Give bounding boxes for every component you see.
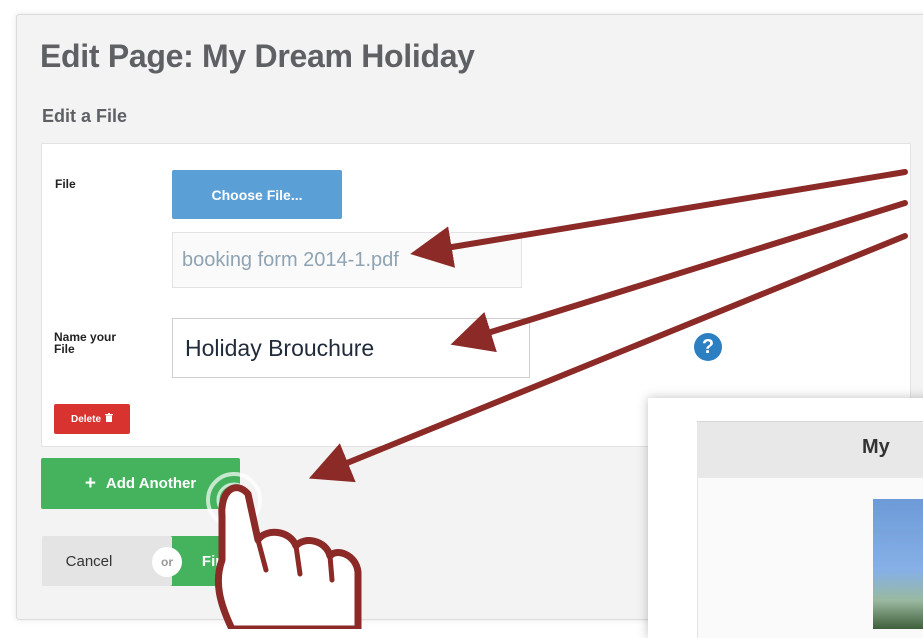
name-file-label: Name your File xyxy=(54,331,116,355)
choose-file-button[interactable]: Choose File... xyxy=(172,170,342,219)
selected-file-display: booking form 2014-1.pdf xyxy=(172,232,522,288)
page-title: Edit Page: My Dream Holiday xyxy=(40,38,475,74)
add-another-button[interactable]: + Add Another xyxy=(41,458,240,509)
help-glyph: ? xyxy=(701,335,715,358)
preview-title: My xyxy=(862,436,890,458)
add-another-label: Add Another xyxy=(105,475,197,492)
plus-icon: + xyxy=(84,472,96,494)
file-label: File xyxy=(55,177,76,191)
name-file-label-line2: File xyxy=(54,342,75,356)
selected-file-name: booking form 2014-1.pdf xyxy=(182,248,399,271)
or-badge: or xyxy=(152,547,182,577)
trash-icon-svg xyxy=(105,413,113,422)
question-circle-icon[interactable]: ? xyxy=(694,333,722,361)
finish-button[interactable]: Finish xyxy=(165,536,283,586)
preview-photo xyxy=(873,499,923,629)
trash-icon xyxy=(105,413,113,425)
file-name-input[interactable] xyxy=(172,318,530,378)
section-title: Edit a File xyxy=(42,106,128,126)
delete-label: Delete xyxy=(70,413,101,425)
delete-button[interactable]: Delete xyxy=(54,404,130,434)
